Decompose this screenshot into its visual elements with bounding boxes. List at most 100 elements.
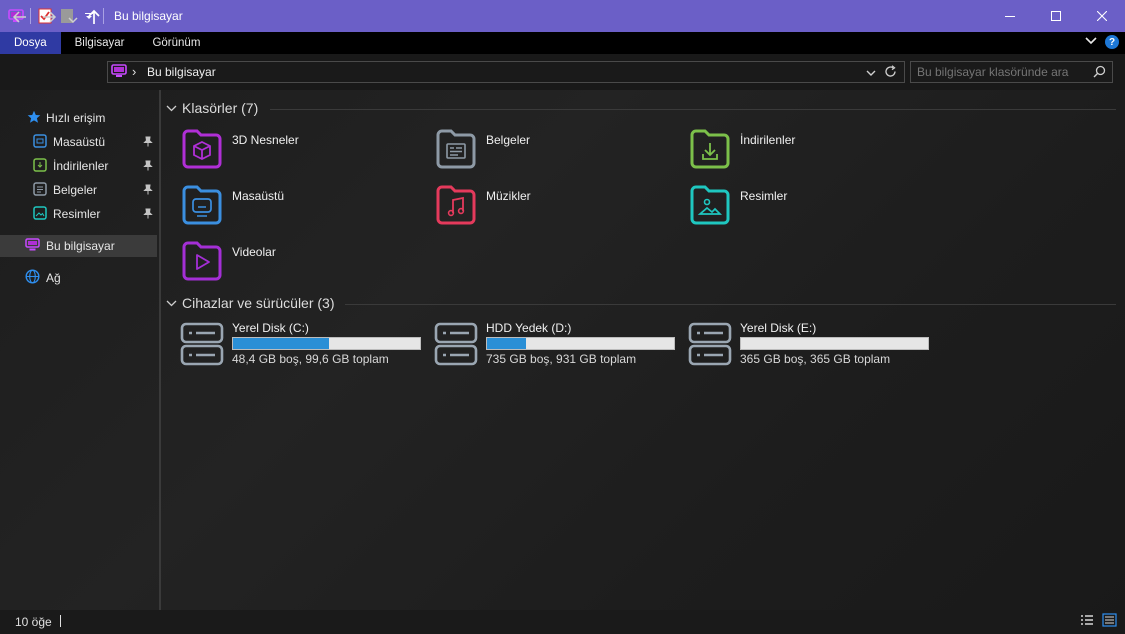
tab-file[interactable]: Dosya <box>0 32 61 54</box>
music-folder-icon <box>434 185 478 230</box>
network-globe-icon <box>25 269 40 287</box>
folder-label: Müzikler <box>486 189 531 203</box>
section-divider <box>345 304 1116 305</box>
collapse-chevron-icon[interactable] <box>166 295 177 311</box>
drive-space-info: 735 GB boş, 931 GB toplam <box>486 352 637 366</box>
sidebar-item-pictures[interactable]: Resimler <box>0 203 157 225</box>
maximize-button[interactable] <box>1033 0 1079 32</box>
breadcrumb-separator[interactable]: › <box>132 64 136 79</box>
pin-icon[interactable] <box>143 208 153 222</box>
this-pc-icon <box>111 64 127 82</box>
help-icon[interactable]: ? <box>1105 35 1119 49</box>
refresh-icon[interactable] <box>884 65 897 81</box>
folder-videos[interactable]: Videolar <box>180 239 420 289</box>
folder-music[interactable]: Müzikler <box>434 183 674 233</box>
section-divider <box>270 109 1116 110</box>
sidebar-item-label: İndirilenler <box>53 159 109 173</box>
drive-space-info: 48,4 GB boş, 99,6 GB toplam <box>232 352 389 366</box>
drive-c[interactable]: Yerel Disk (C:) 48,4 GB boş, 99,6 GB top… <box>180 321 430 372</box>
videos-folder-icon <box>180 241 224 286</box>
minimize-icon <box>1005 16 1015 17</box>
search-input[interactable] <box>915 63 1089 81</box>
maximize-icon <box>1051 11 1061 21</box>
this-pc-icon <box>25 237 40 255</box>
3d-objects-folder-icon <box>180 129 224 174</box>
status-bar: 10 öğe <box>0 610 1125 634</box>
pin-icon[interactable] <box>143 184 153 198</box>
pin-icon[interactable] <box>143 136 153 150</box>
folder-label: Belgeler <box>486 133 531 147</box>
sidebar-item-network[interactable]: Ağ <box>0 267 157 289</box>
status-divider <box>60 615 61 627</box>
downloads-folder-icon <box>688 129 732 174</box>
section-title: Klasörler (7) <box>182 100 259 116</box>
sidebar-item-label: Resimler <box>53 207 101 221</box>
pin-icon[interactable] <box>143 160 153 174</box>
title-bar: Bu bilgisayar <box>0 0 1125 32</box>
search-box[interactable] <box>910 61 1113 83</box>
hard-drive-icon <box>180 322 224 371</box>
folders-section-header[interactable]: Klasörler (7) <box>166 100 258 116</box>
pictures-folder-icon <box>33 205 47 223</box>
drive-usage-bar <box>740 337 929 350</box>
folder-label: Resimler <box>740 189 788 203</box>
search-icon[interactable] <box>1093 65 1106 81</box>
sidebar-item-label: Masaüstü <box>53 135 106 149</box>
up-arrow-icon[interactable] <box>86 9 102 29</box>
tab-view[interactable]: Görünüm <box>138 32 214 54</box>
recent-locations-chevron-icon[interactable] <box>68 13 78 29</box>
folder-desktop[interactable]: Masaüstü <box>180 183 420 233</box>
desktop-folder-icon <box>33 133 47 151</box>
ribbon-tabs: Dosya Bilgisayar Görünüm ? <box>0 32 1125 54</box>
drive-label: Yerel Disk (C:) <box>232 321 309 335</box>
pane-splitter[interactable] <box>159 90 161 610</box>
sidebar-item-label: Ağ <box>46 271 61 285</box>
toolbar-divider <box>103 8 104 24</box>
sidebar-item-label: Hızlı erişim <box>46 111 106 125</box>
documents-folder-icon <box>434 129 478 174</box>
navigation-pane: Hızlı erişim Masaüstü İndirilenler Belge… <box>0 90 159 604</box>
sidebar-item-quick-access[interactable]: Hızlı erişim <box>0 107 157 129</box>
hard-drive-icon <box>688 322 732 371</box>
folder-label: Videolar <box>232 245 276 259</box>
breadcrumb-this-pc[interactable]: Bu bilgisayar <box>147 65 216 79</box>
folder-documents[interactable]: Belgeler <box>434 127 674 177</box>
close-icon <box>1097 11 1107 21</box>
minimize-button[interactable] <box>987 0 1033 32</box>
star-icon <box>27 110 41 127</box>
folder-downloads[interactable]: İndirilenler <box>688 127 928 177</box>
expand-ribbon-icon[interactable] <box>1085 35 1097 49</box>
drive-d[interactable]: HDD Yedek (D:) 735 GB boş, 931 GB toplam <box>434 321 684 372</box>
sidebar-item-this-pc[interactable]: Bu bilgisayar <box>0 235 157 257</box>
toolbar-divider <box>30 8 31 24</box>
large-icons-view-icon[interactable] <box>1102 613 1117 630</box>
sidebar-item-documents[interactable]: Belgeler <box>0 179 157 201</box>
downloads-folder-icon <box>33 157 47 175</box>
drive-e[interactable]: Yerel Disk (E:) 365 GB boş, 365 GB topla… <box>688 321 938 372</box>
window-title: Bu bilgisayar <box>114 9 183 23</box>
tab-computer[interactable]: Bilgisayar <box>61 32 139 54</box>
folder-pictures[interactable]: Resimler <box>688 183 928 233</box>
documents-folder-icon <box>33 181 47 199</box>
close-button[interactable] <box>1079 0 1125 32</box>
sidebar-item-desktop[interactable]: Masaüstü <box>0 131 157 153</box>
drive-label: Yerel Disk (E:) <box>740 321 817 335</box>
hard-drive-icon <box>434 322 478 371</box>
folder-label: 3D Nesneler <box>232 133 299 147</box>
section-title: Cihazlar ve sürücüler (3) <box>182 295 335 311</box>
drive-usage-fill <box>233 338 330 349</box>
sidebar-item-downloads[interactable]: İndirilenler <box>0 155 157 177</box>
drives-section-header[interactable]: Cihazlar ve sürücüler (3) <box>166 295 335 311</box>
collapse-chevron-icon[interactable] <box>166 100 177 116</box>
forward-arrow-icon[interactable] <box>41 9 57 29</box>
folder-label: İndirilenler <box>740 133 796 147</box>
folder-3d-objects[interactable]: 3D Nesneler <box>180 127 420 177</box>
details-view-icon[interactable] <box>1080 614 1094 630</box>
sidebar-item-label: Bu bilgisayar <box>46 239 115 253</box>
drive-usage-fill <box>487 338 527 349</box>
address-bar[interactable]: › Bu bilgisayar <box>107 61 905 83</box>
back-arrow-icon[interactable] <box>12 9 28 29</box>
drive-usage-bar <box>232 337 421 350</box>
address-history-chevron-icon[interactable] <box>866 67 876 81</box>
item-count: 10 öğe <box>15 615 52 629</box>
